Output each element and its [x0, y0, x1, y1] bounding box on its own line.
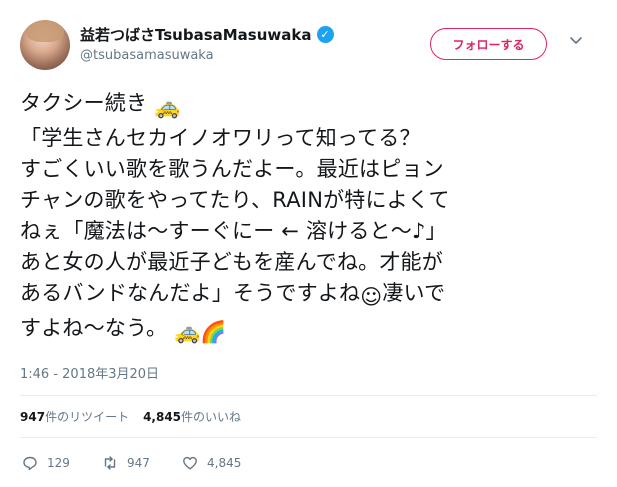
tweet-line: すよね〜なう。 [20, 316, 168, 340]
tweet-text: タクシー続き 🚕 「学生さんセカイノオワリって知ってる？ すごくいい歌を歌うんだ… [20, 88, 595, 348]
like-button[interactable]: 4,845 [182, 455, 272, 471]
tweet-line: チャンの歌をやってたり、RAINが特によくて [20, 188, 450, 212]
retweet-icon [104, 456, 116, 470]
name-row: 益若つばさTsubasaMasuwaka ✓ [80, 24, 334, 45]
tweet-line: 「学生さんセカイノオワリって知ってる？ [20, 126, 421, 150]
tweet-line: すごくいい歌を歌うんだよー。最近はピョン [20, 157, 444, 181]
retweet-button[interactable]: 947 [102, 455, 182, 471]
retweet-count: 947 [127, 456, 150, 470]
tweet-line: あと女の人が最近子どもを産んでね。才能が [20, 250, 443, 274]
follow-button[interactable]: フォローする [430, 28, 547, 60]
tweet-header: 益若つばさTsubasaMasuwaka ✓ @tsubasamasuwaka … [20, 18, 600, 72]
tweet-line: ねぇ「魔法は〜すーぐにー ← 溶けると〜♪」 [20, 219, 447, 243]
likes-count: 4,845 [143, 410, 182, 424]
divider [20, 395, 597, 396]
display-name[interactable]: 益若つばさTsubasaMasuwaka [80, 24, 312, 45]
reply-count: 129 [47, 456, 70, 470]
like-count: 4,845 [207, 456, 242, 470]
tweet-stats: 947件のリツイート 4,845件のいいね [20, 408, 255, 425]
chevron-down-icon[interactable] [569, 34, 583, 48]
rainbow-emoji-icon: 🌈 [200, 320, 227, 344]
tweet-actions: 129 947 4,845 [22, 455, 272, 471]
heart-icon [183, 456, 197, 470]
reply-button[interactable]: 129 [22, 455, 102, 471]
retweets-stat[interactable]: 947件のリツイート [20, 408, 129, 425]
avatar[interactable] [20, 20, 70, 70]
taxi-emoji-icon: 🚕 [154, 95, 181, 119]
tweet-timestamp[interactable]: 1:46 - 2018年3月20日 [20, 363, 159, 382]
user-handle[interactable]: @tsubasamasuwaka [80, 48, 214, 63]
likes-label: 件のいいね [181, 410, 242, 424]
tweet-line: 凄いで [382, 281, 446, 305]
taxi-emoji-icon: 🚕 [174, 320, 201, 344]
reply-icon [23, 456, 37, 471]
divider [20, 437, 597, 438]
retweets-label: 件のリツイート [45, 410, 130, 424]
tweet-line: タクシー続き [20, 91, 148, 115]
tweet-line: あるバンドなんだよ」そうですよね [20, 281, 361, 305]
blush-emoji-icon: ☺ [360, 285, 383, 309]
retweets-count: 947 [20, 410, 46, 424]
likes-stat[interactable]: 4,845件のいいね [143, 408, 241, 425]
verified-badge-icon: ✓ [316, 26, 334, 43]
